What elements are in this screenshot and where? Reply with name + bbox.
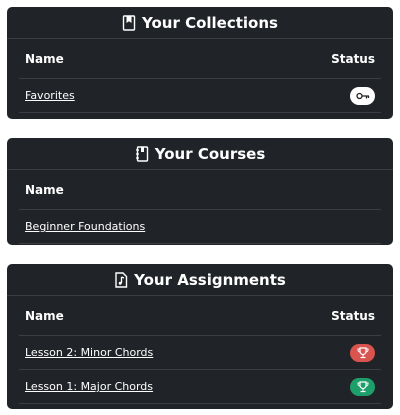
collections-panel: Your Collections Name Status Favorites bbox=[7, 7, 393, 119]
trophy-icon bbox=[357, 380, 369, 393]
table-row: Beginner Foundations bbox=[19, 210, 381, 244]
column-name: Name bbox=[25, 182, 64, 197]
notebook-icon bbox=[135, 145, 149, 162]
courses-panel: Your Courses Name Beginner Foundations bbox=[7, 138, 393, 245]
column-name: Name bbox=[25, 51, 64, 66]
column-status: Status bbox=[331, 308, 375, 323]
assignments-table: Name Status Lesson 2: Minor Chords Lesso… bbox=[19, 296, 381, 404]
status-badge bbox=[350, 377, 375, 396]
column-status: Status bbox=[331, 51, 375, 66]
collections-table-header: Name Status bbox=[19, 39, 381, 79]
key-icon bbox=[355, 92, 370, 100]
table-row: Lesson 2: Minor Chords bbox=[19, 336, 381, 370]
collections-header: Your Collections bbox=[7, 7, 393, 39]
table-row: Lesson 1: Major Chords bbox=[19, 370, 381, 404]
trophy-icon bbox=[357, 346, 369, 359]
courses-table-header: Name bbox=[19, 170, 381, 210]
assignments-table-header: Name Status bbox=[19, 296, 381, 336]
assignment-link-lesson-1[interactable]: Lesson 1: Major Chords bbox=[25, 380, 153, 393]
collection-link-favorites[interactable]: Favorites bbox=[25, 89, 75, 102]
courses-header: Your Courses bbox=[7, 138, 393, 170]
courses-title: Your Courses bbox=[154, 144, 266, 163]
page: Your Collections Name Status Favorites Y… bbox=[0, 0, 400, 415]
column-name: Name bbox=[25, 308, 64, 323]
status-badge bbox=[350, 343, 375, 362]
bookmark-icon bbox=[122, 14, 136, 31]
table-row: Favorites bbox=[19, 79, 381, 113]
assignments-panel: Your Assignments Name Status Lesson 2: M… bbox=[7, 264, 393, 409]
music-file-icon bbox=[114, 271, 128, 288]
course-link-beginner-foundations[interactable]: Beginner Foundations bbox=[25, 220, 145, 233]
collections-table: Name Status Favorites bbox=[19, 39, 381, 113]
assignments-header: Your Assignments bbox=[7, 264, 393, 296]
courses-table: Name Beginner Foundations bbox=[19, 170, 381, 244]
assignment-link-lesson-2[interactable]: Lesson 2: Minor Chords bbox=[25, 346, 153, 359]
collections-title: Your Collections bbox=[142, 13, 278, 32]
assignments-title: Your Assignments bbox=[134, 270, 286, 289]
status-badge bbox=[350, 86, 375, 105]
